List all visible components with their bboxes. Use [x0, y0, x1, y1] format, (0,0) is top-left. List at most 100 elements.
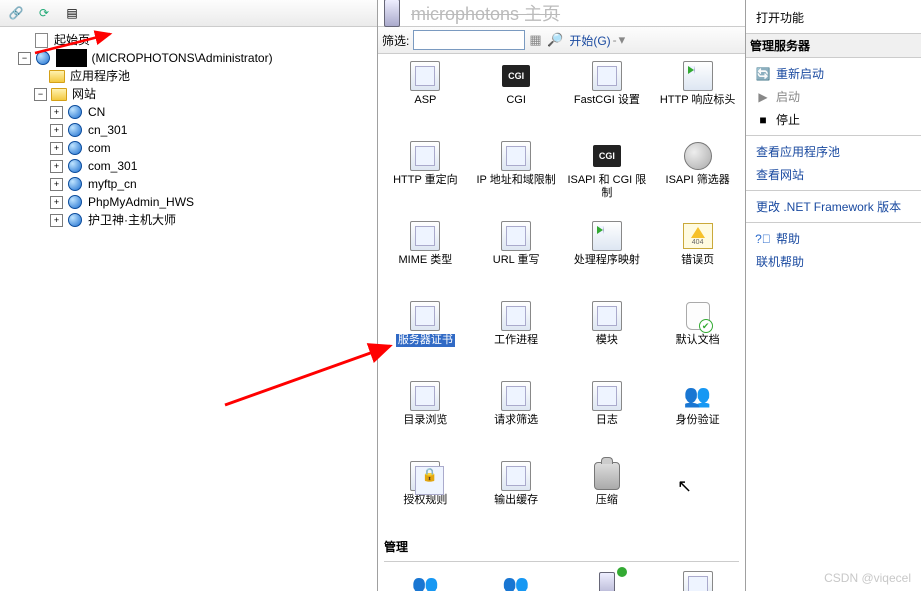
- feature-authorization-rules[interactable]: 授权规则: [380, 458, 471, 532]
- site-label[interactable]: 护卫神·主机大师: [88, 211, 176, 229]
- feature-http-response-headers[interactable]: HTTP 响应标头: [652, 58, 743, 132]
- server-icon: [35, 50, 51, 66]
- feature-cgi[interactable]: CGICGI: [471, 58, 562, 132]
- sites-label[interactable]: 网站: [72, 85, 96, 103]
- site-icon: [67, 140, 83, 156]
- tree-connect-icon[interactable]: 🔗: [6, 3, 26, 23]
- http-response-headers-icon: [683, 61, 713, 91]
- url-rewrite-icon: [501, 221, 531, 251]
- apppool-icon: [49, 68, 65, 84]
- site-label[interactable]: com_301: [88, 157, 137, 175]
- expander-icon[interactable]: +: [50, 106, 63, 119]
- expander-icon[interactable]: +: [50, 196, 63, 209]
- view-mode-icon[interactable]: ▾: [619, 32, 635, 48]
- expander-icon[interactable]: +: [50, 124, 63, 137]
- online-help-action[interactable]: 联机帮助: [754, 250, 913, 273]
- site-icon: [67, 212, 83, 228]
- feature-authentication[interactable]: 👥身份验证: [652, 378, 743, 452]
- feature-directory-browsing[interactable]: 目录浏览: [380, 378, 471, 452]
- site-label[interactable]: CN: [88, 103, 105, 121]
- restart-action[interactable]: 🔄重新启动: [754, 62, 913, 85]
- feature-logging[interactable]: 日志: [562, 378, 653, 452]
- feature-default-document[interactable]: 默认文档: [652, 298, 743, 372]
- help-action[interactable]: ?⃝帮助: [754, 227, 913, 250]
- site-label[interactable]: com: [88, 139, 111, 157]
- filter-label: 筛选:: [382, 32, 409, 49]
- fastcgi-icon: [592, 61, 622, 91]
- feature-http-redirect[interactable]: HTTP 重定向: [380, 138, 471, 212]
- asp-icon: [410, 61, 440, 91]
- feature-asp[interactable]: ASP: [380, 58, 471, 132]
- feature-label: 压缩: [596, 494, 618, 507]
- feature-label: 模块: [596, 334, 618, 347]
- expander-icon[interactable]: −: [18, 52, 31, 65]
- expander-icon[interactable]: +: [50, 214, 63, 227]
- go-icon[interactable]: ▦: [529, 32, 545, 48]
- feature-output-caching[interactable]: 输出缓存: [471, 458, 562, 532]
- output-caching-icon: [501, 461, 531, 491]
- filter-input[interactable]: [413, 30, 525, 50]
- feature-label: 日志: [596, 414, 618, 427]
- connections-tree[interactable]: 起始页 − ■ (MICROPHOTONS\Administrator) 应用程…: [0, 27, 377, 233]
- show-all-icon[interactable]: 🔎: [547, 32, 563, 48]
- site-icon: [67, 104, 83, 120]
- feature-iis-manager-permissions[interactable]: 👥IIS 管理器: [471, 568, 562, 591]
- handler-mappings-icon: [592, 221, 622, 251]
- stop-action[interactable]: ■停止: [754, 108, 913, 131]
- site-icon: [67, 176, 83, 192]
- feature-worker-processes[interactable]: 工作进程: [471, 298, 562, 372]
- http-redirect-icon: [410, 141, 440, 171]
- play-icon: ▶: [756, 90, 770, 104]
- expander-icon[interactable]: +: [50, 142, 63, 155]
- feature-fastcgi[interactable]: FastCGI 设置: [562, 58, 653, 132]
- feature-modules[interactable]: 模块: [562, 298, 653, 372]
- feature-shared-configuration[interactable]: 共享的配置: [652, 568, 743, 591]
- feature-label: HTTP 响应标头: [660, 94, 736, 107]
- feature-label: URL 重写: [493, 254, 540, 267]
- feature-iis-manager-users[interactable]: 👥IIS 管理器: [380, 568, 471, 591]
- start-page-icon: [33, 32, 49, 48]
- view-apppools-action[interactable]: 查看应用程序池: [754, 140, 913, 163]
- feature-url-rewrite[interactable]: URL 重写: [471, 218, 562, 292]
- expander-icon[interactable]: −: [34, 88, 47, 101]
- feature-handler-mappings[interactable]: 处理程序映射: [562, 218, 653, 292]
- site-label[interactable]: PhpMyAdmin_HWS: [88, 193, 194, 211]
- feature-isapi-cgi-restrict[interactable]: CGIISAPI 和 CGI 限制: [562, 138, 653, 212]
- default-document-icon: [686, 302, 710, 330]
- expander-icon[interactable]: +: [50, 178, 63, 191]
- feature-feature-delegation[interactable]: 功能委派: [562, 568, 653, 591]
- open-feature-action[interactable]: 打开功能: [754, 6, 913, 29]
- feature-ip-restrict[interactable]: IP 地址和域限制: [471, 138, 562, 212]
- feature-label: 错误页: [681, 254, 714, 267]
- feature-isapi-filters[interactable]: ISAPI 筛选器: [652, 138, 743, 212]
- worker-processes-icon: [501, 301, 531, 331]
- feature-compression[interactable]: 压缩: [562, 458, 653, 532]
- help-icon: ?⃝: [756, 232, 770, 246]
- start-page-label[interactable]: 起始页: [54, 31, 90, 49]
- tree-view-icon[interactable]: ▤: [62, 3, 82, 23]
- change-netfx-action[interactable]: 更改 .NET Framework 版本: [754, 195, 913, 218]
- feature-server-certificates[interactable]: 服务器证书: [380, 298, 471, 372]
- feature-view[interactable]: ASPCGICGIFastCGI 设置 HTTP 响应标头 HTTP 重定向IP 地…: [378, 54, 745, 591]
- shared-configuration-icon: [683, 571, 713, 591]
- watermark: CSDN @viqecel: [824, 571, 911, 585]
- feature-delegation-icon: [599, 572, 615, 591]
- restart-icon: 🔄: [756, 67, 770, 81]
- left-toolbar: 🔗 ⟳ ▤: [0, 0, 377, 27]
- site-icon: [67, 158, 83, 174]
- apppool-label[interactable]: 应用程序池: [70, 67, 130, 85]
- feature-mime[interactable]: MIME 类型: [380, 218, 471, 292]
- site-label[interactable]: myftp_cn: [88, 175, 137, 193]
- tree-refresh-icon[interactable]: ⟳: [34, 3, 54, 23]
- group-by-label[interactable]: 开始(G): [569, 32, 610, 49]
- modules-icon: [592, 301, 622, 331]
- expander-icon[interactable]: +: [50, 160, 63, 173]
- view-sites-action[interactable]: 查看网站: [754, 163, 913, 186]
- start-action[interactable]: ▶启动: [754, 85, 913, 108]
- feature-label: 工作进程: [494, 334, 538, 347]
- feature-request-filtering[interactable]: 请求筛选: [471, 378, 562, 452]
- divider: [746, 190, 921, 191]
- feature-error-pages[interactable]: 404错误页: [652, 218, 743, 292]
- isapi-cgi-restrict-icon: CGI: [593, 145, 621, 167]
- site-label[interactable]: cn_301: [88, 121, 127, 139]
